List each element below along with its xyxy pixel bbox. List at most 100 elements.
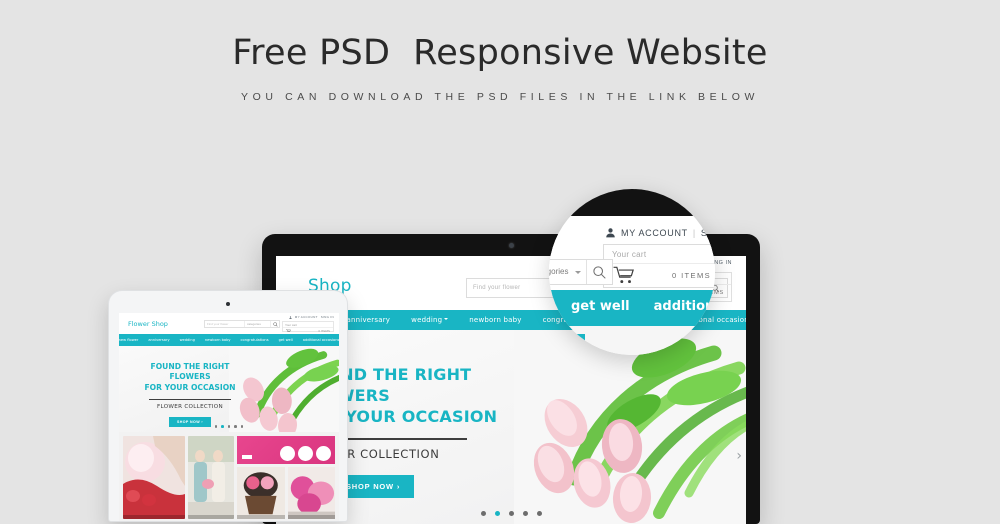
magnified-search-bar[interactable]: tegories [549, 259, 613, 285]
tablet-logo[interactable]: Flower Shop [128, 320, 168, 328]
user-icon [289, 315, 292, 319]
tablet-product-card-1[interactable] [123, 436, 185, 519]
laptop-slider-next-arrow[interactable]: › [736, 448, 742, 464]
tablet-cart-widget[interactable]: Your cart 0 ITEMS [282, 321, 334, 333]
laptop-nav-item-wedding[interactable]: wedding [411, 316, 449, 324]
tablet-logo-text: Flower Shop [128, 320, 168, 328]
search-icon [272, 321, 278, 327]
tablet-site-topbar: Flower Shop Find your flower categories [119, 313, 339, 334]
laptop-slider-dot-3[interactable] [508, 511, 514, 516]
tablet-nav-item-congratulations[interactable]: congratulations [241, 338, 269, 342]
page-header: Free PSD Responsive Website You can down… [0, 0, 1000, 103]
tablet-grid-right-column [237, 436, 335, 519]
tablet-camera-icon [226, 302, 230, 306]
tablet-product-card-1-caption [123, 515, 185, 519]
magnifier-lens: MY ACCOUNT | SING Your cart 0 ITEMS [549, 189, 715, 355]
tablet-countdown-hours [298, 446, 313, 461]
laptop-slider-dot-1[interactable] [480, 511, 486, 516]
spring-flowers-photo [287, 466, 335, 519]
hero-flowers-image [514, 330, 746, 524]
magnified-nav-tail-congratulations[interactable]: tulations [549, 334, 586, 345]
tablet-promo-shop-now-button[interactable] [242, 454, 252, 459]
magnified-nav-item-get-well[interactable]: get well [571, 299, 630, 314]
magnified-nav-items[interactable]: get well additional occa [571, 299, 715, 314]
magnified-nav-item-additional-occasions[interactable]: additional occa [654, 299, 715, 314]
tablet-product-card-3-caption [237, 515, 285, 519]
laptop-slider-dot-2[interactable] [494, 511, 500, 516]
tablet-cart-row[interactable]: 0 ITEMS [283, 327, 333, 333]
chevron-down-icon [575, 271, 581, 274]
tablet-screen: Flower Shop Find your flower categories [119, 313, 339, 521]
tablet-nav-item-new-flower[interactable]: new flower [119, 338, 138, 342]
tablet-promo-banner[interactable] [237, 436, 335, 464]
tablet-search-category-select[interactable]: categories [244, 321, 270, 327]
tablet-search-input[interactable]: Find your flower [205, 321, 244, 327]
magnified-search-category-label: tegories [549, 267, 569, 276]
tablet-hero-text: FOUND THE RIGHT FLOWERS FOR YOUR OCCASIO… [131, 362, 249, 428]
tablet-hero-divider [149, 398, 231, 401]
tablet-product-grid [119, 432, 339, 521]
magnified-cart-row[interactable]: 0 ITEMS [604, 263, 715, 286]
tablet-hero-subheading: FLOWER COLLECTION [156, 404, 223, 411]
tablet-product-card-3[interactable] [237, 466, 285, 519]
tablet-product-card-4-caption [287, 515, 335, 519]
tablet-cart-items-count: 0 ITEMS [318, 328, 330, 333]
tablet-hero-heading-line2: FOR YOUR OCCASION [144, 382, 236, 392]
magnified-account-divider: | [692, 227, 696, 238]
laptop-nav-label: wedding [411, 316, 443, 324]
tablet-product-card-2[interactable] [188, 436, 234, 519]
tablet-hero-heading: FOUND THE RIGHT FLOWERS FOR YOUR OCCASIO… [131, 362, 249, 393]
tablet-nav-item-anniversary[interactable]: anniversary [148, 338, 169, 342]
cart-icon [286, 328, 291, 332]
tablet-slider-dots[interactable] [119, 425, 339, 428]
page-title: Free PSD Responsive Website [232, 33, 768, 73]
tablet-promo-countdown [280, 446, 331, 461]
magnified-cart-widget[interactable]: Your cart 0 ITEMS [603, 244, 715, 288]
tablet-nav-item-additional-occasions[interactable]: additional occasions [303, 338, 339, 342]
tablet-my-account-link[interactable]: MY ACCOUNT [295, 315, 318, 319]
magnified-search-category-select[interactable]: tegories [549, 260, 586, 284]
tablet-nav-item-newborn-baby[interactable]: newborn baby [205, 338, 231, 342]
bridesmaids-photo [188, 436, 234, 519]
laptop-slider-dot-5[interactable] [536, 511, 542, 516]
tablet-nav-item-get-well[interactable]: get well [279, 338, 293, 342]
page-subtitle: You can download the PSD files in the li… [241, 91, 759, 103]
magnified-my-account-link[interactable]: MY ACCOUNT [621, 228, 688, 238]
laptop-slider-dot-4[interactable] [522, 511, 528, 516]
tablet-hero-slider: FOUND THE RIGHT FLOWERS FOR YOUR OCCASIO… [119, 346, 339, 432]
tablet-main-nav[interactable]: new flower anniversary wedding newborn b… [119, 334, 339, 346]
tablet-search-button[interactable] [270, 321, 279, 327]
tablet-countdown-minutes [316, 446, 331, 461]
chevron-down-icon [444, 318, 449, 320]
magnifier-lens-content: MY ACCOUNT | SING Your cart 0 ITEMS [549, 189, 715, 355]
tablet-slider-dot-2[interactable] [221, 425, 224, 428]
search-icon [593, 265, 606, 279]
tablet-slider-dot-1[interactable] [214, 425, 218, 428]
magnified-laptop-bezel [549, 189, 715, 216]
tablet-account-links[interactable]: MY ACCOUNT SING IN [289, 315, 334, 319]
tablet-mini-card-row [237, 466, 335, 519]
tablet-device: Flower Shop Find your flower categories [108, 290, 348, 522]
tablet-sign-in-link[interactable]: SING IN [321, 315, 334, 319]
user-icon [606, 228, 615, 238]
laptop-nav-item-newborn-baby[interactable]: newborn baby [469, 316, 521, 324]
tablet-nav-item-wedding[interactable]: wedding [180, 338, 195, 342]
gift-basket-photo [237, 466, 285, 519]
tablet-hero-heading-line1: FOUND THE RIGHT FLOWERS [150, 362, 230, 382]
tablet-product-card-2-caption [188, 515, 234, 519]
tablet-slider-dot-3[interactable] [227, 425, 231, 428]
tablet-countdown-days [280, 446, 295, 461]
laptop-webcam-icon [508, 243, 514, 248]
magnified-cart-label: Your cart [612, 250, 647, 259]
bouquet-photo [123, 436, 185, 519]
magnified-sign-in-link[interactable]: SING [701, 228, 715, 238]
tablet-product-card-4[interactable] [287, 466, 335, 519]
tablet-slider-dot-4[interactable] [234, 425, 237, 428]
laptop-nav-item-anniversary[interactable]: anniversary [347, 316, 391, 324]
magnified-account-links[interactable]: MY ACCOUNT | SING [605, 227, 715, 238]
tablet-search-bar[interactable]: Find your flower categories [204, 320, 280, 328]
tablet-slider-dot-5[interactable] [240, 425, 244, 428]
magnified-cart-items-count: 0 ITEMS [672, 270, 711, 280]
cart-icon [613, 266, 634, 284]
magnified-search-button[interactable] [586, 260, 612, 284]
